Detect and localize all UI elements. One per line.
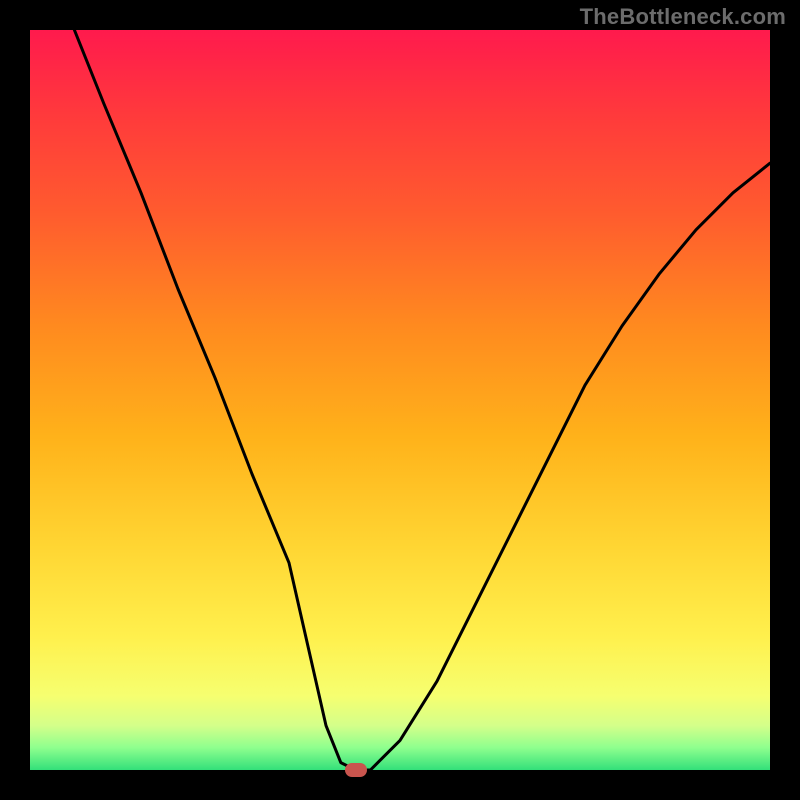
optimum-marker	[345, 763, 367, 777]
bottleneck-curve	[30, 30, 770, 770]
watermark-text: TheBottleneck.com	[580, 4, 786, 30]
chart-frame: TheBottleneck.com	[0, 0, 800, 800]
plot-area	[30, 30, 770, 770]
